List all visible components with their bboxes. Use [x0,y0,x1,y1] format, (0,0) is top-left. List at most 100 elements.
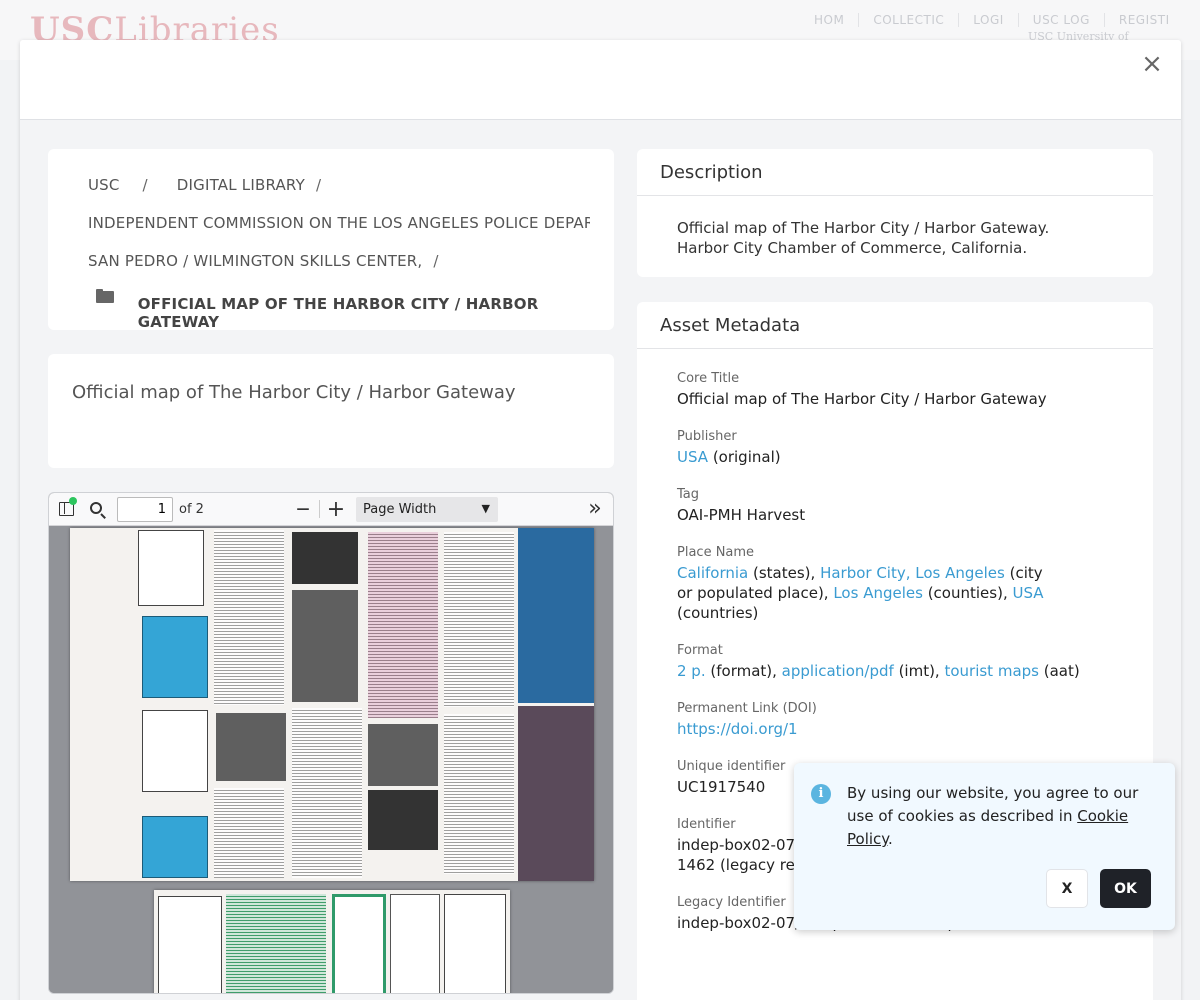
toolbar-divider [319,500,320,518]
modal-header: × [20,40,1181,120]
nav-collections[interactable]: COLLECTIC [858,13,958,27]
field-core-title: Core Title Official map of The Harbor Ci… [677,371,1113,409]
pdf-page-1 [70,528,594,881]
zoom-select[interactable]: Page Width ▼ [356,496,498,522]
photo [216,713,286,781]
minus-icon: — [296,501,310,517]
format-qualifier: (imt), [893,662,945,680]
field-label: Format [677,643,723,658]
chamber-panel [332,894,386,993]
text-column [214,530,284,705]
place-harbor-city-link[interactable]: Harbor City, Los Angeles [820,564,1005,582]
metadata-heading: Asset Metadata [637,302,1153,349]
green-listing [226,894,326,993]
pdf-toolbar: of 2 — + Page Width ▼ » [49,493,613,526]
breadcrumb-item-commission[interactable]: INDEPENDENT COMMISSION ON THE LOS ANGELE… [88,214,590,232]
search-icon [89,501,102,514]
field-label: Permanent Link (DOI) [677,701,817,716]
place-los-angeles-link[interactable]: Los Angeles [833,584,923,602]
place-qualifier: (countries) [677,604,759,622]
field-label: Core Title [677,371,740,386]
ad-block [158,896,222,993]
cookie-decline-button[interactable]: X [1046,869,1088,908]
find-button[interactable] [83,496,111,522]
nav-login[interactable]: LOGI [958,13,1018,27]
ad-hardware [142,616,208,698]
format-pages-link[interactable]: 2 p. [677,662,706,680]
breadcrumb-item-digital-library[interactable]: DIGITAL LIBRARY [177,176,305,194]
sidebar-toggle-button[interactable] [52,496,80,522]
close-icon[interactable]: × [1137,50,1167,80]
pink-listing [368,532,438,718]
breadcrumb-current: OFFICIAL MAP OF THE HARBOR CITY / HARBOR… [88,287,590,331]
place-california-link[interactable]: California [677,564,748,582]
photo [292,590,358,702]
nav-register[interactable]: REGISTI [1103,13,1184,27]
field-tag: Tag OAI-PMH Harvest [677,487,1113,525]
asset-title-card: Official map of The Harbor City / Harbor… [48,354,614,468]
breadcrumb-separator: / [142,176,148,194]
breadcrumb-item-usc[interactable]: USC [88,176,120,194]
description-card: Description Official map of The Harbor C… [637,149,1153,277]
page-count-label: of 2 [179,501,204,517]
cookie-banner: i By using our website, you agree to our… [794,763,1175,930]
field-value: Official map of The Harbor City / Harbor… [677,390,1047,408]
ad-cabinets [142,816,208,878]
nav-home[interactable]: HOM [800,13,858,27]
place-usa-link[interactable]: USA [1012,584,1043,602]
breadcrumb-item-skills-center[interactable]: SAN PEDRO / WILMINGTON SKILLS CENTER, [88,252,422,270]
field-label: Publisher [677,429,737,444]
plus-icon: + [326,496,346,522]
description-heading: Description [637,149,1153,196]
field-place-name: Place Name California (states), Harbor C… [677,545,1047,623]
info-icon: i [811,784,831,804]
map-panel [390,894,440,993]
cookie-message-end: . [888,830,893,848]
description-line: Official map of The Harbor City / Harbor… [677,219,1050,237]
cookie-accept-button[interactable]: OK [1100,869,1151,908]
publisher-link[interactable]: USA [677,448,708,466]
breadcrumb-separator: / [315,176,322,194]
place-qualifier: (states), [748,564,821,582]
nav-usc-login[interactable]: USC LOG [1017,13,1104,27]
breadcrumb-line: SAN PEDRO / WILMINGTON SKILLS CENTER, / [88,249,590,287]
format-qualifier: (aat) [1038,662,1080,680]
chevron-down-icon: ▼ [481,501,490,515]
field-doi: Permanent Link (DOI) https://doi.org/1 [677,701,1113,739]
cookie-message: By using our website, you agree to our u… [847,782,1147,851]
field-value: California (states), Harbor City, Los An… [677,563,1047,623]
field-format: Format 2 p. (format), application/pdf (i… [677,643,1113,681]
folder-icon [96,289,114,303]
format-tourist-maps-link[interactable]: tourist maps [944,662,1039,680]
pdf-page-2 [154,890,510,993]
breadcrumb: USC / DIGITAL LIBRARY / INDEPENDENT COMM… [48,149,614,331]
breadcrumb-separator: / [433,252,439,270]
cover-panel [518,528,594,703]
text-column [292,708,362,878]
asset-title: Official map of The Harbor City / Harbor… [72,382,516,403]
zoom-out-button[interactable]: — [289,496,317,522]
field-value: USA (original) [677,447,1113,467]
field-label: Tag [677,487,700,502]
description-line: Harbor City Chamber of Commerce, Califor… [677,239,1028,257]
breadcrumb-line: INDEPENDENT COMMISSION ON THE LOS ANGELE… [88,211,590,249]
photo [292,532,358,584]
zoom-select-value: Page Width [363,501,437,517]
tools-menu-button[interactable]: » [581,496,609,522]
field-value: OAI-PMH Harvest [677,506,806,524]
doi-link[interactable]: https://doi.org/1 [677,720,798,738]
notification-dot-icon [69,497,77,505]
pdf-viewer: of 2 — + Page Width ▼ » [48,492,614,994]
text-column [444,714,514,874]
ad-caring [142,710,208,792]
format-pdf-link[interactable]: application/pdf [782,662,894,680]
pdf-pages-area[interactable] [49,526,613,993]
publisher-suffix: (original) [708,448,781,466]
site-nav: HOM COLLECTIC LOGI USC LOG REGISTI [800,13,1184,27]
page-number-input[interactable] [117,496,173,522]
zoom-in-button[interactable]: + [322,496,350,522]
text-column [214,788,284,878]
format-qualifier: (format), [705,662,782,680]
breadcrumb-current-label: OFFICIAL MAP OF THE HARBOR CITY / HARBOR… [137,295,539,331]
breadcrumb-line: USC / DIGITAL LIBRARY / [88,173,590,211]
